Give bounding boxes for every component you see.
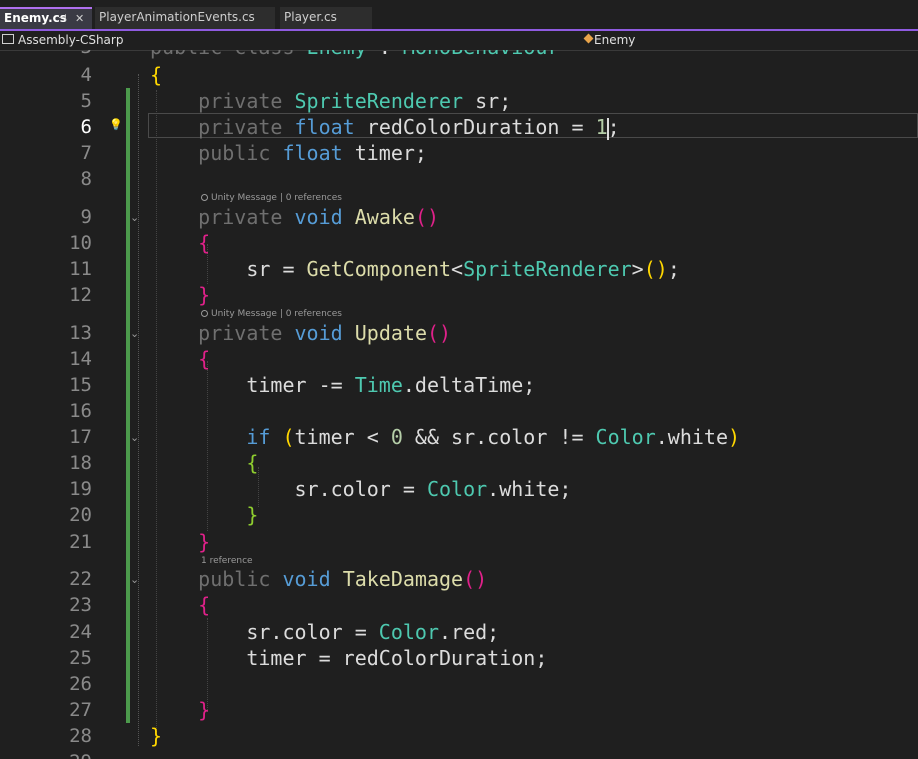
code-line-13: private void Update() [198,321,452,345]
tab-label: PlayerAnimationEvents.cs [99,10,255,24]
line-number: 22 [69,568,92,590]
line-number: 11 [69,258,92,280]
type-dropdown[interactable]: Enemy [594,33,635,47]
collapse-chevron-icon[interactable]: ⌄ [130,431,139,444]
tab-label: Player.cs [284,10,337,24]
line-number: 24 [69,621,92,643]
line-number-current: 6 [80,116,92,138]
line-number: 14 [69,348,92,370]
code-line-24: sr.color = Color.red; [246,620,500,644]
code-line-23: { [198,593,211,617]
change-marker [126,619,130,723]
code-line-27: } [198,698,211,722]
code-line-22: public void TakeDamage() [198,567,488,591]
line-number: 26 [69,673,92,695]
class-icon [583,33,594,44]
code-line-25: timer = redColorDuration; [246,646,548,670]
close-icon[interactable]: ✕ [75,9,84,28]
line-number: 9 [80,206,92,228]
line-number: 25 [69,647,92,669]
line-number: 17 [69,426,92,448]
code-line-5: private SpriteRenderer sr; [198,89,512,113]
collapse-chevron-icon[interactable]: ⌄ [130,327,139,340]
line-number: 15 [69,374,92,396]
line-number: 16 [69,400,92,422]
code-line-7: public float timer; [198,141,427,165]
code-line-10: { [198,231,211,255]
unity-icon [201,310,208,317]
unity-icon [201,194,208,201]
code-line-14: { [198,347,211,371]
line-number: 12 [69,284,92,306]
code-line-15: timer -= Time.deltaTime; [246,373,536,397]
tab-player-animation-events-cs[interactable]: PlayerAnimationEvents.cs [95,7,275,29]
line-number: 10 [69,232,92,254]
code-line-11: sr = GetComponent<SpriteRenderer>(); [246,257,680,281]
line-number: 21 [69,531,92,553]
indent-guide [138,74,139,746]
lightbulb-icon[interactable]: 💡 [109,118,123,131]
line-number: 3 [0,50,92,60]
code-line-3: public class Enemy : MonoBehaviour [150,50,559,60]
line-number: 27 [69,699,92,721]
csharp-project-icon [2,34,14,44]
collapse-chevron-icon[interactable]: ⌄ [130,573,139,586]
line-number: 19 [69,478,92,500]
code-line-17: if (timer < 0 && sr.color != Color.white… [246,425,741,449]
code-editor[interactable]: 3 4 5 6 7 8 9 10 11 12 13 14 15 16 17 18… [0,50,918,759]
line-number: 4 [80,64,92,86]
line-number: 18 [69,452,92,474]
code-line-4: { [150,63,163,87]
tab-enemy-cs[interactable]: Enemy.cs ⊣ ✕ [0,7,92,29]
navigation-bar: Assembly-CSharp Enemy [0,31,918,51]
code-line-28: } [150,724,163,748]
change-marker [126,88,130,622]
line-number: 13 [69,322,92,344]
code-line-20: } [246,503,259,527]
line-number: 29 [0,749,92,759]
code-line-12: } [198,283,211,307]
code-line-21: } [198,530,211,554]
project-dropdown[interactable]: Assembly-CSharp [18,33,123,47]
line-number: 20 [69,504,92,526]
code-line-18: { [246,451,259,475]
codelens-awake[interactable]: Unity Message | 0 references [201,193,342,203]
tab-player-cs[interactable]: Player.cs [280,7,372,29]
codelens-take-damage[interactable]: 1 reference [201,556,253,566]
line-number: 28 [69,725,92,747]
line-number: 23 [69,594,92,616]
collapse-chevron-icon[interactable]: ⌄ [130,211,139,224]
code-line-6: private float redColorDuration = 1; [198,115,620,140]
pin-icon[interactable]: ⊣ [58,9,67,28]
codelens-update[interactable]: Unity Message | 0 references [201,309,342,319]
line-number: 8 [80,168,92,190]
code-line-19: sr.color = Color.white; [294,477,572,501]
line-number: 5 [80,90,92,112]
code-line-9: private void Awake() [198,205,440,229]
document-tab-bar: Enemy.cs ⊣ ✕ PlayerAnimationEvents.cs Pl… [0,0,918,30]
line-number: 7 [80,142,92,164]
